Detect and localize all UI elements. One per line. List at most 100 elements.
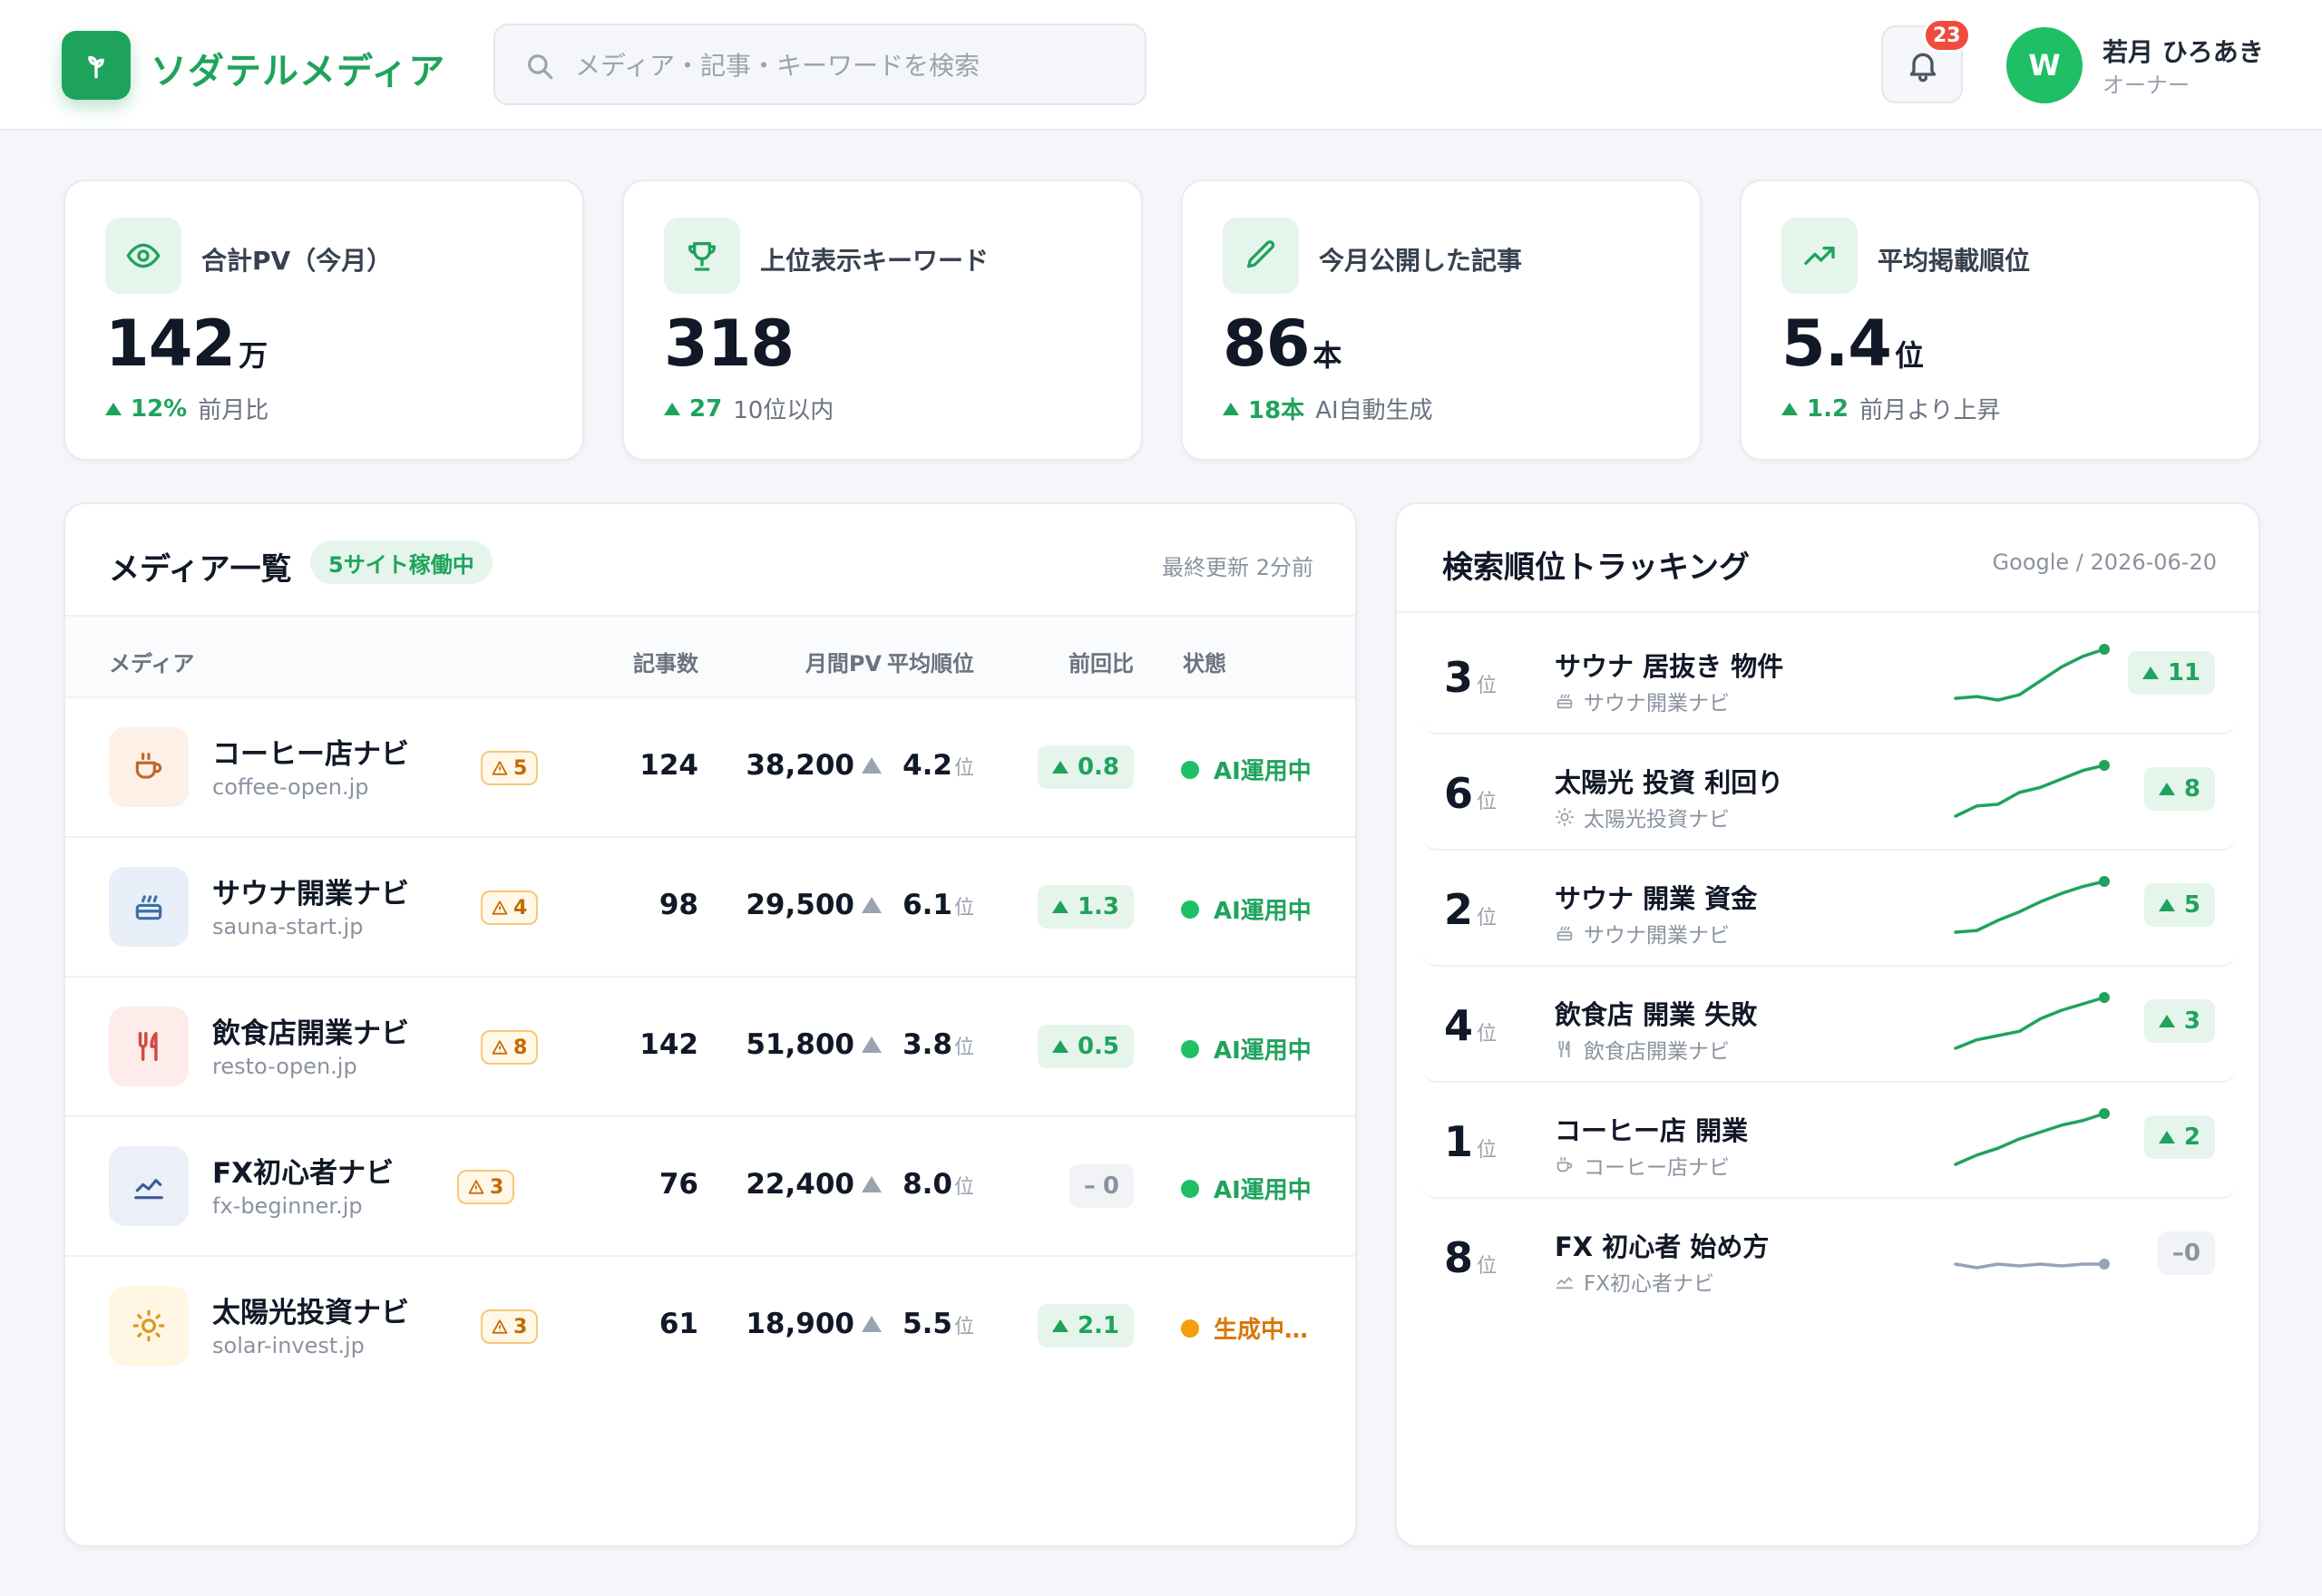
keyword-site: FX初心者ナビ — [1555, 1266, 1714, 1297]
rank-tracking-meta: Google / 2026-06-20 — [1992, 550, 2217, 575]
column-header-pv[interactable]: 月間PV — [805, 646, 882, 677]
keyword[interactable]: 太陽光 投資 利回り — [1555, 762, 1783, 800]
media-domain: resto-open.jp — [212, 1054, 357, 1079]
stat-delta: 12% 前月比 — [105, 392, 268, 425]
column-header-rank[interactable]: 平均順位 — [887, 646, 974, 677]
pv-value: 51,800 — [746, 1028, 854, 1061]
top-header: ソダテルメディア 23 W 若月 ひろあき オーナー — [0, 0, 2322, 131]
media-domain: sauna-start.jp — [212, 914, 364, 939]
media-row[interactable]: サウナ開業ナビ sauna-start.jp 4 98 29,500 6.1 位 1.3 AI運… — [65, 838, 1355, 978]
rank-value: 5.5 — [902, 1308, 952, 1340]
media-row[interactable]: 飲食店開業ナビ resto-open.jp 8 142 51,800 3.8 位 0.5 AI運… — [65, 978, 1355, 1117]
stat-card-avg-rank[interactable]: 平均掲載順位 5.4 位 1.2 前月より上昇 — [1740, 180, 2260, 461]
warning-badge[interactable]: 3 — [481, 1309, 539, 1344]
notifications-button[interactable]: 23 — [1881, 18, 1971, 103]
rank-unit: 位 — [953, 757, 974, 780]
monthly-pv: 51,800 — [746, 1028, 882, 1061]
media-row[interactable]: 太陽光投資ナビ solar-invest.jp 3 61 18,900 5.5 位 2.1 生成… — [65, 1257, 1355, 1396]
rank-change-value: 3 — [2183, 1007, 2200, 1035]
utensils-icon — [1558, 1040, 1570, 1058]
sparkline-end-point — [2099, 992, 2110, 1003]
column-header-change[interactable]: 前回比 — [1068, 646, 1134, 677]
sparkline-end-point — [2099, 760, 2110, 771]
avatar[interactable]: W — [2006, 27, 2083, 103]
site-name: 太陽光投資ナビ — [1584, 808, 1730, 832]
rank-number: 8 — [1444, 1233, 1474, 1282]
rank-row[interactable]: 6 位 太陽光 投資 利回り 太陽光投資ナビ 8 — [1422, 736, 2237, 851]
column-header-media[interactable]: メディア — [109, 646, 194, 677]
media-row[interactable]: コーヒー店ナビ coffee-open.jp 5 124 38,200 4.2 位 0.8 AI… — [65, 698, 1355, 838]
stat-number: 86 — [1223, 307, 1310, 381]
rank-value: 6.1 — [902, 889, 952, 921]
keyword[interactable]: サウナ 居抜き 物件 — [1555, 646, 1783, 684]
stat-card-top-keywords[interactable]: 上位表示キーワード 318 27 10位以内 — [622, 180, 1143, 461]
sparkline-path — [1954, 880, 2106, 934]
rank-row[interactable]: 1 位 コーヒー店 開業コーヒー店ナビ 2 — [1422, 1085, 2237, 1199]
media-name[interactable]: コーヒー店ナビ — [212, 731, 409, 772]
rank-unit: 位 — [1477, 675, 1498, 697]
site-name: 飲食店開業ナビ — [1584, 1040, 1730, 1064]
rank-position: 1位 — [1444, 1117, 1497, 1166]
sauna-icon — [109, 867, 189, 947]
sparkline-end-point — [2099, 1108, 2110, 1119]
user-name[interactable]: 若月 ひろあき — [2102, 33, 2264, 69]
keyword[interactable]: 飲食店 開業 失敗 — [1555, 994, 1757, 1032]
site-name: コーヒー店ナビ — [1584, 1156, 1730, 1180]
media-row[interactable]: FX初心者ナビ fx-beginner.jp 3 76 22,400 8.0 位 –0 AI運用… — [65, 1117, 1355, 1257]
pv-value: 18,900 — [746, 1308, 854, 1340]
status-label: AI運用中 — [1214, 898, 1312, 925]
up-arrow-icon — [664, 402, 680, 415]
divider — [1397, 611, 2259, 613]
warning-badge[interactable]: 8 — [481, 1030, 539, 1065]
keyword[interactable]: FX 初心者 始め方 — [1555, 1226, 1769, 1264]
rank-trend-sparkline — [1954, 644, 2110, 702]
stat-delta: 27 10位以内 — [664, 392, 834, 425]
rank-unit: 位 — [1477, 791, 1498, 813]
rank-change-badge: 3 — [2143, 999, 2215, 1043]
chart-line-icon — [1556, 1277, 1574, 1289]
up-arrow-icon — [1051, 761, 1068, 774]
media-domain: coffee-open.jp — [212, 774, 369, 800]
rank-row[interactable]: 4 位 飲食店 開業 失敗飲食店開業ナビ 3 — [1422, 968, 2237, 1083]
warning-badge[interactable]: 5 — [481, 751, 539, 785]
stat-value: 86 本 — [1223, 307, 1341, 381]
stat-card-total-pv[interactable]: 合計PV（今月） 142 万 12% 前月比 — [63, 180, 584, 461]
keyword[interactable]: コーヒー店 開業 — [1555, 1110, 1748, 1148]
rank-unit: 位 — [1477, 1139, 1498, 1162]
warning-badge[interactable]: 4 — [481, 890, 539, 925]
status-dot-icon — [1181, 1179, 1199, 1198]
status-dot-icon — [1181, 900, 1199, 919]
warning-count: 5 — [513, 756, 528, 780]
rank-change-value: 2 — [2183, 1124, 2200, 1151]
rank-row[interactable]: 8 位 FX 初心者 始め方 FX初心者ナビ – 0 — [1422, 1201, 2237, 1315]
rank-unit: 位 — [953, 897, 974, 920]
trend-arrow-icon — [862, 897, 882, 913]
media-name[interactable]: 飲食店開業ナビ — [212, 1010, 409, 1051]
logo-icon[interactable] — [62, 31, 131, 100]
media-name[interactable]: サウナ開業ナビ — [212, 871, 409, 911]
article-count: 98 — [659, 889, 698, 921]
column-header-articles[interactable]: 記事数 — [633, 646, 698, 677]
search-input[interactable] — [575, 44, 1119, 87]
media-name[interactable]: 太陽光投資ナビ — [212, 1289, 409, 1330]
media-name[interactable]: FX初心者ナビ — [212, 1150, 394, 1191]
app-name[interactable]: ソダテルメディア — [151, 42, 445, 94]
stat-delta: 1.2 前月より上昇 — [1781, 392, 2001, 425]
keyword[interactable]: サウナ 開業 資金 — [1555, 878, 1757, 916]
column-header-status[interactable]: 状態 — [1183, 646, 1226, 677]
rank-row[interactable]: 2 位 サウナ 開業 資金 サウナ開業ナビ 5 — [1422, 852, 2237, 967]
rank-row[interactable]: 3 位 サウナ 居抜き 物件 サウナ開業ナビ 11 — [1422, 620, 2237, 735]
rank-change-badge: 8 — [2143, 767, 2215, 811]
rank-position: 4位 — [1444, 1001, 1497, 1050]
status-dot-icon — [1181, 1319, 1199, 1338]
status-badge: 生成中… — [1181, 1311, 1308, 1345]
search-bar[interactable] — [493, 24, 1146, 105]
stat-card-articles[interactable]: 今月公開した記事 86 本 18本 AI自動生成 — [1181, 180, 1702, 461]
up-arrow-icon — [1223, 402, 1239, 415]
warning-badge[interactable]: 3 — [457, 1170, 515, 1204]
stat-unit: 本 — [1312, 338, 1342, 373]
media-list-panel: メディア一覧 5サイト稼働中 最終更新 2分前 メディア 記事数 月間PV 平均… — [63, 502, 1357, 1547]
rank-trend-sparkline — [1954, 1259, 2110, 1270]
coffee-icon — [1556, 1156, 1573, 1173]
rank-unit: 位 — [953, 1036, 974, 1059]
